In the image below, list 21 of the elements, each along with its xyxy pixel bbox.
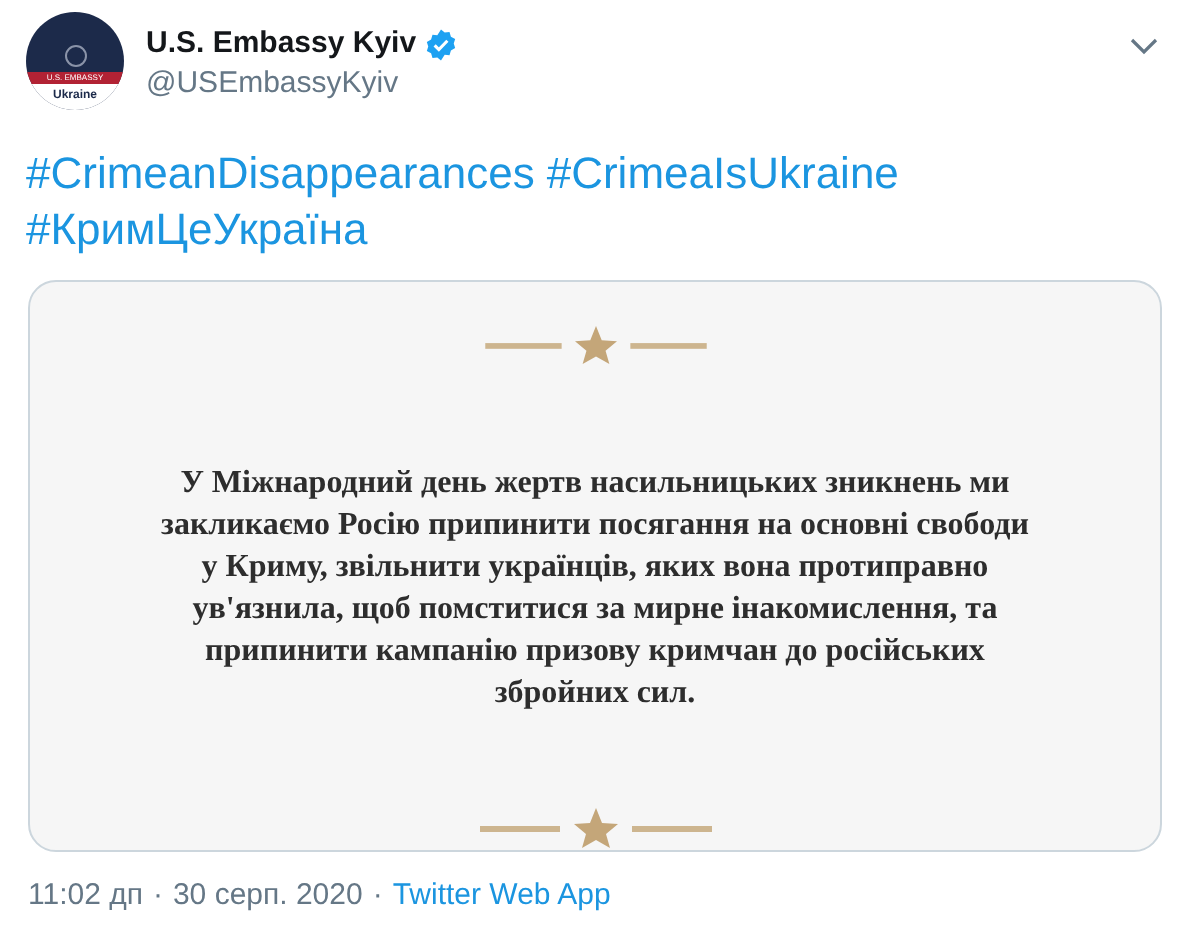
star-ornament-icon <box>479 806 711 850</box>
tweet-date[interactable]: 30 серп. 2020 <box>172 876 363 916</box>
hashtag-link[interactable]: #КримЦеУкраїна <box>26 202 368 258</box>
statement-line: припинити кампанію призову кримчан до російських <box>205 632 985 672</box>
separator-dot: · <box>372 876 383 916</box>
star-ornament-icon <box>479 324 711 366</box>
author-handle[interactable]: @USEmbassyKyiv <box>146 64 459 104</box>
hashtag-link[interactable]: #CrimeaIsUkraine <box>546 146 899 202</box>
source-link[interactable]: Twitter Web App <box>392 876 611 916</box>
statement-line: закликаємо Росію припинити посягання на основні свободи <box>161 506 1029 546</box>
author-name[interactable]: U.S. Embassy Kyiv <box>146 24 417 64</box>
statement-line: збройних сил. <box>494 674 696 714</box>
tweet-image-card[interactable] <box>28 280 1162 852</box>
statement-line: У Міжнародний день жертв насильницьких зникнень ми <box>180 464 1010 504</box>
tweet-time[interactable]: 11:02 дп <box>28 876 143 916</box>
statement-line: ув'язнила, щоб помститися за мирне інакомислення, та <box>192 590 998 630</box>
seal-icon <box>63 44 87 68</box>
separator-dot: · <box>152 876 163 916</box>
chevron-down-icon[interactable] <box>1130 38 1158 56</box>
hashtag-link[interactable]: #CrimeanDisappearances <box>26 146 535 202</box>
statement-line: у Криму, звільнити українців, яких вона протиправно <box>201 548 989 588</box>
